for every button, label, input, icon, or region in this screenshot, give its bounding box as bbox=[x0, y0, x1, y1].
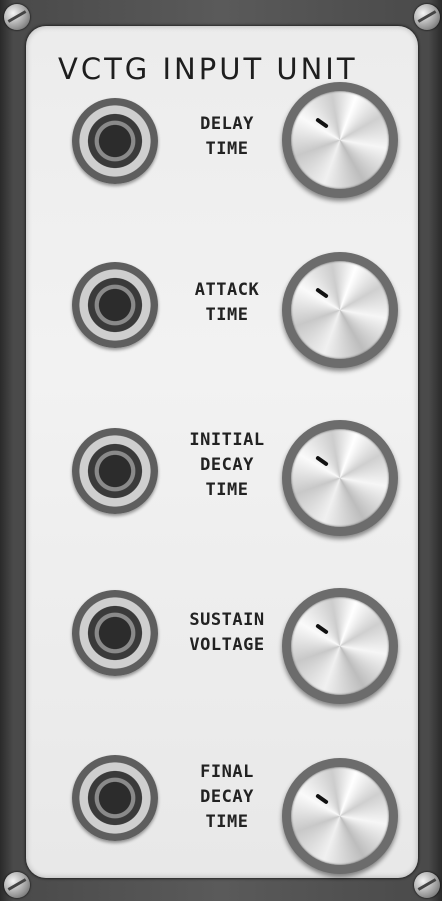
screw-top-left-icon bbox=[4, 4, 30, 30]
label-line: DELAY bbox=[200, 114, 254, 134]
knob-pointer-icon bbox=[315, 287, 329, 299]
screw-bottom-right-icon bbox=[414, 872, 440, 898]
jack-sustain-voltage[interactable] bbox=[72, 590, 158, 676]
label-line: DECAY bbox=[200, 787, 254, 807]
knob-sustain-voltage[interactable] bbox=[282, 588, 398, 704]
knob-delay-time[interactable] bbox=[282, 82, 398, 198]
panel-frame: VCTG INPUT UNIT DELAY TIME ATTACK TIME I… bbox=[0, 0, 442, 901]
label-line: TIME bbox=[205, 812, 249, 832]
jack-attack-time[interactable] bbox=[72, 262, 158, 348]
knob-initial-decay-time[interactable] bbox=[282, 420, 398, 536]
knob-face bbox=[291, 261, 389, 359]
knob-pointer-icon bbox=[315, 455, 329, 467]
screw-top-right-icon bbox=[414, 4, 440, 30]
label-line: SUSTAIN bbox=[189, 610, 265, 630]
knob-pointer-icon bbox=[315, 623, 329, 635]
knob-face bbox=[291, 429, 389, 527]
knob-pointer-icon bbox=[315, 117, 329, 129]
knob-pointer-icon bbox=[315, 793, 329, 805]
label-line: FINAL bbox=[200, 762, 254, 782]
screw-bottom-left-icon bbox=[4, 872, 30, 898]
knob-final-decay-time[interactable] bbox=[282, 758, 398, 874]
jack-delay-time[interactable] bbox=[72, 98, 158, 184]
knob-face bbox=[291, 597, 389, 695]
label-line: ATTACK bbox=[194, 280, 260, 300]
knob-face bbox=[291, 767, 389, 865]
label-line: TIME bbox=[205, 480, 249, 500]
label-final-decay-time: FINAL DECAY TIME bbox=[172, 760, 282, 835]
jack-final-decay-time[interactable] bbox=[72, 755, 158, 841]
knob-attack-time[interactable] bbox=[282, 252, 398, 368]
label-line: TIME bbox=[205, 305, 249, 325]
label-initial-decay-time: INITIAL DECAY TIME bbox=[172, 428, 282, 503]
label-attack-time: ATTACK TIME bbox=[172, 278, 282, 328]
knob-face bbox=[291, 91, 389, 189]
label-sustain-voltage: SUSTAIN VOLTAGE bbox=[172, 608, 282, 658]
jack-initial-decay-time[interactable] bbox=[72, 428, 158, 514]
label-line: DECAY bbox=[200, 455, 254, 475]
label-delay-time: DELAY TIME bbox=[172, 112, 282, 162]
label-line: VOLTAGE bbox=[189, 635, 265, 655]
label-line: TIME bbox=[205, 139, 249, 159]
panel-title: VCTG INPUT UNIT bbox=[58, 52, 358, 86]
label-line: INITIAL bbox=[189, 430, 265, 450]
